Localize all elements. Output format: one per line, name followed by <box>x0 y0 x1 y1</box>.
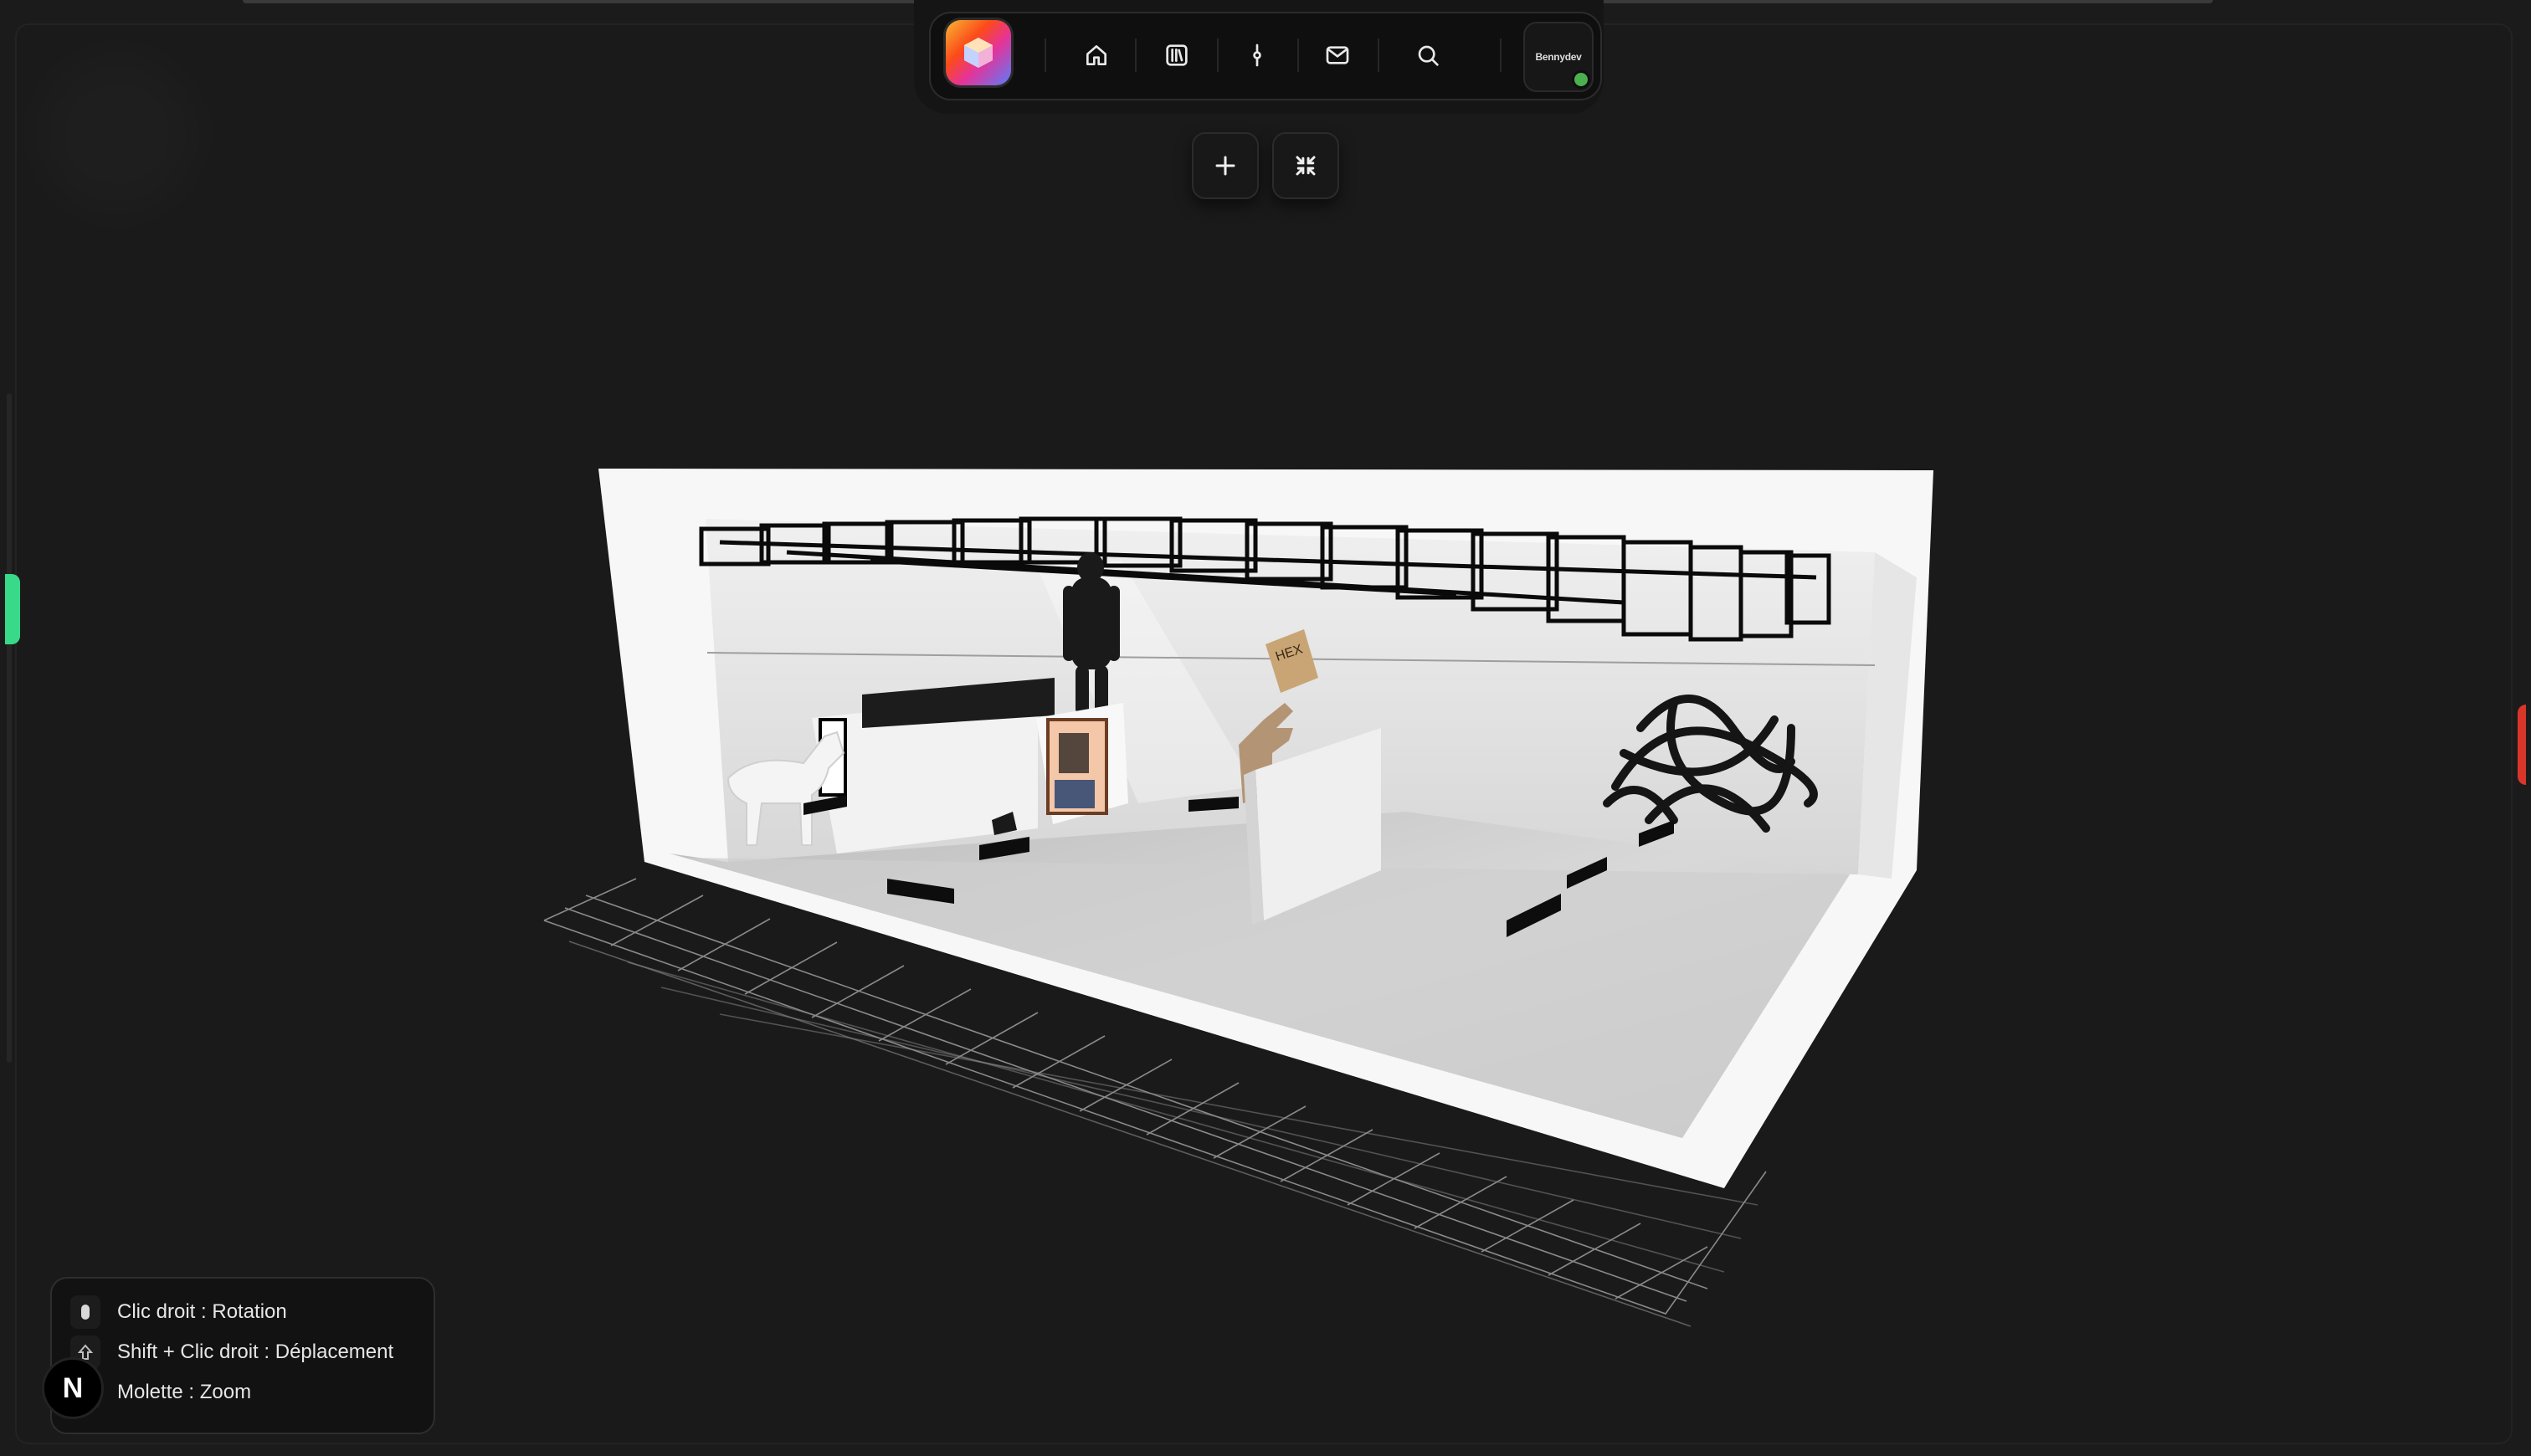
nav-library-button[interactable] <box>1155 33 1199 77</box>
poster-figure <box>1059 733 1089 773</box>
dev-indicator-label: N <box>62 1371 84 1404</box>
nav-search-button[interactable] <box>1406 33 1450 77</box>
left-scroll-rail[interactable] <box>7 393 12 1063</box>
nav-home-button[interactable] <box>1075 33 1118 77</box>
top-navbar: Bennydev <box>929 12 1602 100</box>
help-row-pan: Shift + Clic droit : Déplacement <box>70 1334 393 1371</box>
poster-figure-body <box>1055 780 1095 808</box>
background-glow <box>33 50 201 218</box>
help-text-zoom: Molette : Zoom <box>117 1381 252 1403</box>
user-label: Bennydev <box>1535 51 1582 63</box>
nav-divider <box>1500 38 1502 72</box>
nav-divider <box>1045 38 1046 72</box>
dev-indicator-badge[interactable]: N <box>42 1357 104 1419</box>
git-commit-icon <box>1253 44 1261 67</box>
library-icon <box>1166 44 1188 66</box>
online-status-dot <box>1572 70 1590 89</box>
nav-divider <box>1135 38 1137 72</box>
shrink-arrows-icon <box>1296 156 1316 176</box>
nav-divider <box>1378 38 1379 72</box>
home-icon <box>1086 45 1106 65</box>
controls-help-panel: Clic droit : Rotation Shift + Clic droit… <box>50 1277 435 1434</box>
help-row-rotation: Clic droit : Rotation <box>70 1294 287 1330</box>
plus-icon <box>1215 156 1235 176</box>
help-text-rotation: Clic droit : Rotation <box>117 1300 287 1323</box>
mouse-icon <box>70 1295 100 1329</box>
nav-commits-button[interactable] <box>1235 33 1279 77</box>
search-icon <box>1418 45 1439 66</box>
nav-divider <box>1217 38 1219 72</box>
collapse-button[interactable] <box>1272 132 1339 199</box>
left-panel-tab[interactable] <box>5 574 20 644</box>
add-button[interactable] <box>1192 132 1259 199</box>
mail-icon <box>1326 46 1349 64</box>
app-cube-logo-icon <box>964 38 993 68</box>
help-text-pan: Shift + Clic droit : Déplacement <box>117 1341 394 1363</box>
right-panel-tab[interactable] <box>2518 705 2526 785</box>
app-logo-button[interactable] <box>946 20 1011 85</box>
user-avatar-button[interactable]: Bennydev <box>1523 22 1594 92</box>
nav-divider <box>1297 38 1299 72</box>
gallery-3d-viewport[interactable]: HEX <box>536 452 1992 1339</box>
nav-mail-button[interactable] <box>1316 33 1359 77</box>
